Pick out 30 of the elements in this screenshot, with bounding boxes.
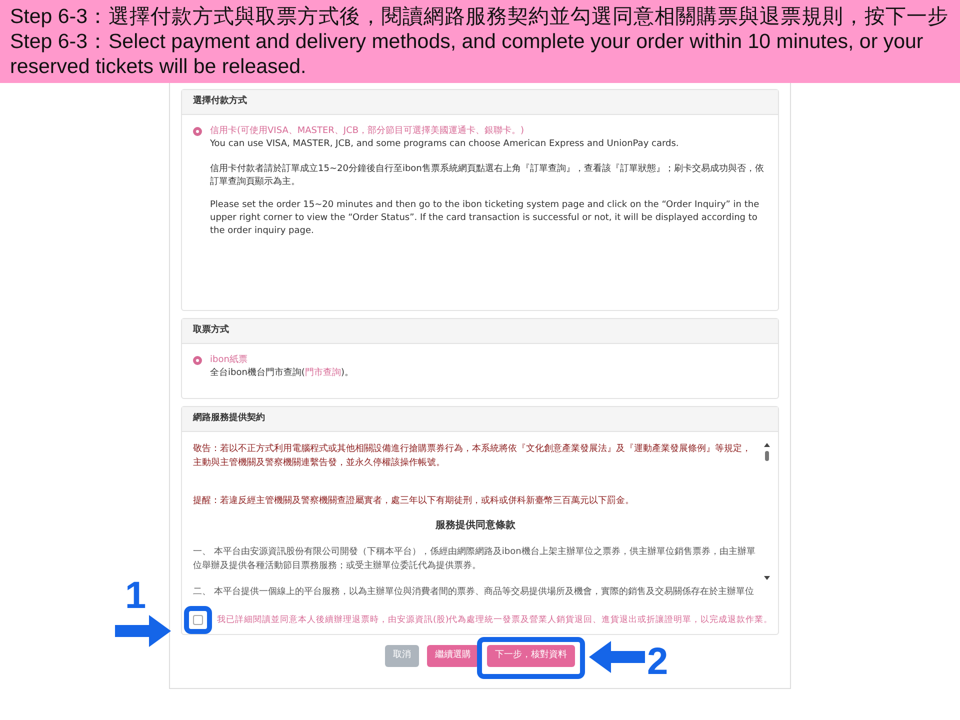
step-number: 2: [647, 643, 668, 682]
radio-button[interactable]: [193, 126, 202, 136]
store-note: 全台ibon機台門市查詢(門市查詢)。: [210, 367, 354, 380]
checkbox[interactable]: [193, 614, 203, 625]
option-label: ibon紙票: [210, 354, 248, 366]
panel-title: 網路服務提供契約: [182, 407, 778, 432]
option-description: Please set the order 15~20 minutes and then go to the ibon ticketing system page and click on the “Order Inquiry” in the upper right corner to view the “Order Status”. If the card transaction is successful or not, it will be displayed according to the order inquiry page.: [210, 199, 760, 238]
radio-button[interactable]: [193, 356, 202, 364]
terms-clause: 一、 本平台由安源資訊股份有限公司開發（下稱本平台），係經由網際網路及ibon機台上架主辦單位之票券，供主辦單位銷售票券，由主辦單位舉辦及提供各種活動節目票務服務；或受主辦單位委託代為提供票券。: [193, 546, 756, 572]
warning-text: 敬告：若以不正方式利用電腦程式或其他相關設備進行搶購票券行為，本系統將依『文化創意產業發展法』及『運動產業發展條例』等規定，主動與主管機關及警察機關連繫告發，並永久停權該操作帳號。: [193, 442, 752, 470]
terms-clause: 二、 本平台提供一個線上的平台服務，以為主辦單位與消費者間的票券、商品等交易提供場所及機會，實際的銷售及交易關係存在於主辦單位: [193, 586, 755, 598]
scrollbar[interactable]: [764, 442, 770, 582]
arrow-icon: [589, 641, 645, 674]
option-description: You can use VISA, MASTER, JCB, and some programs can choose American Express and UnionPay cards.: [210, 138, 680, 151]
option-label: 信用卡(可使用VISA、MASTER、JCB，部分節目可選擇美國運通卡、銀聯卡。): [210, 124, 526, 138]
instruction-text: Step 6-3：選擇付款方式與取票方式後，閱讀網路服務契約並勾選同意相關購票與退票規則，按下一步: [10, 4, 950, 29]
cancel-button[interactable]: 取消: [385, 645, 419, 667]
panel-title: 取票方式: [182, 319, 778, 344]
step-number: 1: [125, 576, 146, 615]
agreement-label: 我已詳細閱讀並同意本人後續辦理退票時，由安源資訊(股)代為處理統一發票及營業人銷貨退回、進貨退出或折讓證明單，以完成退款作業。: [217, 614, 773, 626]
instruction-text: Step 6-3：Select payment and delivery methods, and complete your order within 10 minutes, or your reserved tickets will be released.: [10, 29, 924, 79]
next-step-button[interactable]: 下一步，核對資料: [487, 645, 575, 667]
panel-title: 選擇付款方式: [182, 90, 778, 114]
arrow-icon: [115, 614, 171, 647]
option-description: 信用卡付款者請於訂單成立15~20分鐘後自行至ibon售票系統網頁點選右上角『訂單查詢』，查看該『訂單狀態』；刷卡交易成功與否，依訂單查詢頁顯示為主。: [210, 163, 765, 189]
store-link[interactable]: 門市查詢: [304, 368, 341, 378]
highlight-frame: [184, 606, 212, 634]
reminder-text: 提醒：若違反經主管機關及警察機關查證屬實者，處三年以下有期徒刑，或科或併科新臺幣三百萬元以下罰金。: [193, 494, 635, 508]
continue-shopping-button[interactable]: 繼續選購: [427, 645, 479, 667]
terms-heading: 服務提供同意條款: [434, 518, 516, 532]
